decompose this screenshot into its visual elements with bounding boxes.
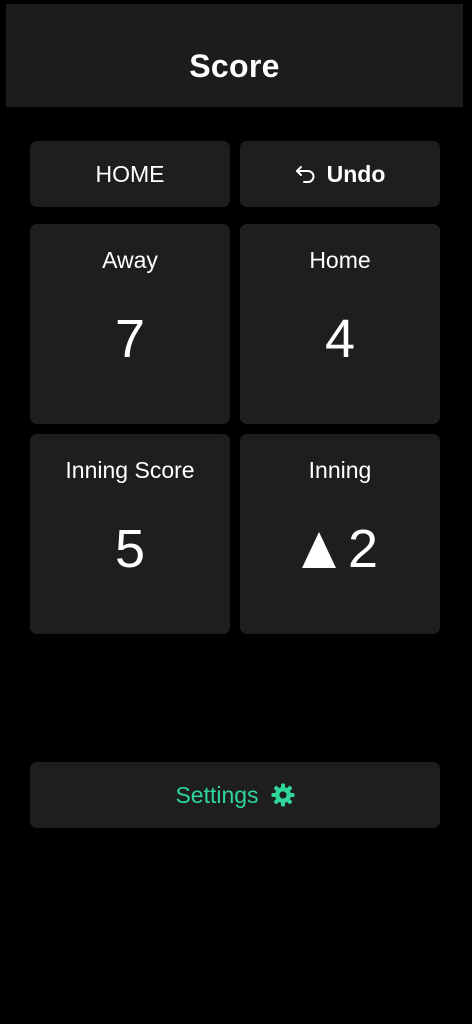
home-label: Home [309, 247, 371, 273]
settings-label: Settings [175, 781, 259, 808]
inning-value-row: 2 [301, 519, 379, 579]
undo-button[interactable]: Undo [240, 141, 440, 207]
inning-score-label: Inning Score [65, 457, 195, 483]
triangle-up-icon [301, 532, 336, 568]
inning-label: Inning [308, 457, 372, 483]
gear-icon [271, 783, 295, 807]
undo-label: Undo [326, 160, 386, 187]
team-toggle-label: HOME [95, 160, 165, 187]
undo-arrow-icon [295, 164, 317, 184]
app-header: Score [6, 4, 463, 107]
inning-score-value: 5 [114, 519, 146, 579]
home-score-card[interactable]: Home 4 [240, 224, 440, 424]
inning-score-card[interactable]: Inning Score 5 [30, 434, 230, 634]
away-score-card[interactable]: Away 7 [30, 224, 230, 424]
away-score: 7 [114, 309, 146, 369]
page-title: Score [189, 48, 280, 84]
inning-card[interactable]: Inning 2 [240, 434, 440, 634]
away-label: Away [102, 247, 158, 273]
inning-number: 2 [347, 519, 379, 579]
home-score: 4 [324, 309, 356, 369]
team-toggle-button[interactable]: HOME [30, 141, 230, 207]
settings-button[interactable]: Settings [30, 762, 440, 828]
